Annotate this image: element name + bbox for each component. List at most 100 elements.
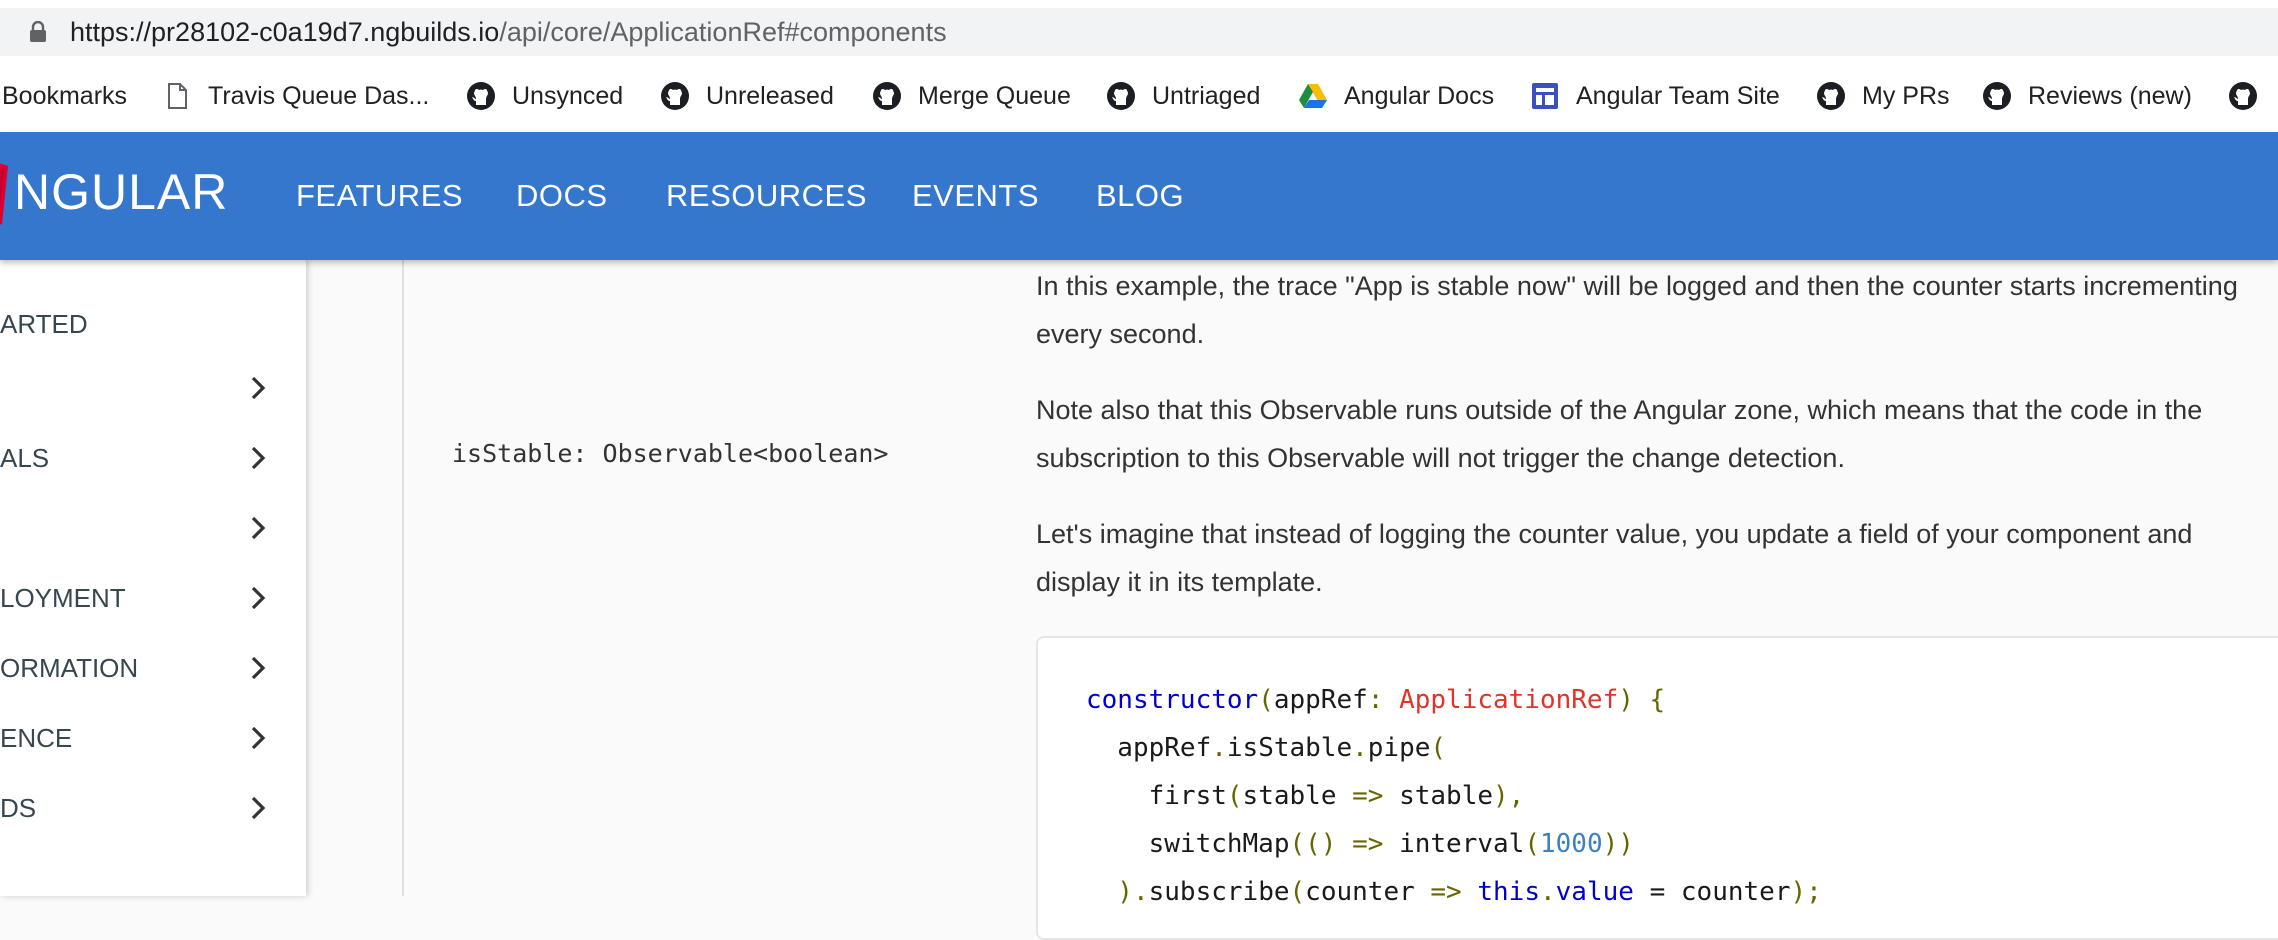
sidebar-item-label: LOYMENT: [0, 583, 126, 613]
bookmark-label: Unreleased: [706, 81, 834, 110]
sidebar-item-ds[interactable]: DS: [0, 778, 290, 838]
bookmark-angular-docs[interactable]: Angular Docs: [1298, 76, 1494, 116]
code-line-4: switchMap(() => interval(1000)): [1086, 820, 1634, 868]
code-operator: =>: [1352, 829, 1384, 859]
code-punct: (: [1524, 829, 1540, 859]
github-icon: [661, 82, 689, 110]
code-type: ApplicationRef: [1399, 685, 1619, 715]
code-operator: =>: [1352, 781, 1384, 811]
bookmark-angular-team-site[interactable]: Angular Team Site: [1530, 76, 1780, 116]
bookmark-label: Merge Queue: [918, 81, 1071, 110]
bookmark-label: Travis Queue Das...: [208, 81, 430, 110]
code-ident: appRef: [1086, 733, 1212, 763]
code-line-5: ).subscribe(counter => this.value = coun…: [1086, 868, 1822, 916]
github-icon: [467, 82, 495, 110]
table-divider: [402, 260, 404, 896]
bookmark-merge-queue[interactable]: Merge Queue: [872, 76, 1071, 116]
bookmark-label: Bookmarks: [2, 81, 128, 110]
angular-logo[interactable]: NGULAR: [14, 162, 228, 222]
code-line-2: appRef.isStable.pipe(: [1086, 724, 1446, 772]
bookmark-unreleased[interactable]: Unreleased: [660, 76, 834, 116]
lock-icon[interactable]: [28, 21, 48, 43]
bookmark-label: Angular Docs: [1344, 81, 1495, 110]
bookmark-travis-queue[interactable]: Travis Queue Das...: [162, 76, 429, 116]
code-ident: stable: [1383, 781, 1494, 811]
code-ident: interval: [1383, 829, 1525, 859]
member-signature: isStable: Observable<boolean>: [452, 439, 889, 468]
code-punct: ),: [1493, 781, 1525, 811]
paragraph-line: In this example, the trace "App is stabl…: [1036, 271, 2238, 301]
code-ident: = counter: [1633, 877, 1791, 907]
code-punct: .: [1540, 877, 1556, 907]
angular-shield-icon[interactable]: [0, 160, 8, 228]
bookmarks-bar: Bookmarks Travis Queue Das... Unsynced U…: [0, 62, 2278, 133]
drive-icon: [1299, 84, 1327, 108]
address-bar[interactable]: https://pr28102-c0a19d7.ngbuilds.io/api/…: [0, 0, 2278, 62]
sites-icon: [1532, 83, 1558, 109]
sidebar-item-label: ENCE: [0, 723, 73, 753]
github-icon: [1983, 82, 2011, 110]
code-ident: switchMap: [1086, 829, 1290, 859]
description-paragraph-1: In this example, the trace "App is stabl…: [1036, 262, 2238, 358]
paragraph-line: Let's imagine that instead of logging th…: [1036, 519, 2193, 549]
sidebar-item-deployment[interactable]: LOYMENT: [0, 568, 290, 628]
paragraph-line: subscription to this Observable will not…: [1036, 443, 1845, 473]
sidebar-item-reference[interactable]: ENCE: [0, 708, 290, 768]
url-host: https://pr28102-c0a19d7.ngbuilds.io: [70, 17, 500, 47]
paragraph-line: display it in its template.: [1036, 567, 1323, 597]
description-paragraph-3: Let's imagine that instead of logging th…: [1036, 510, 2192, 606]
nav-resources[interactable]: RESOURCES: [666, 176, 867, 216]
sidebar-item-label: ALS: [0, 443, 50, 473]
bookmark-overflow[interactable]: [2228, 76, 2274, 116]
bookmark-label: Unsynced: [512, 81, 624, 110]
url-text[interactable]: https://pr28102-c0a19d7.ngbuilds.io/api/…: [70, 14, 947, 50]
github-icon: [1817, 82, 1845, 110]
bookmark-my-prs[interactable]: My PRs: [1816, 76, 1950, 116]
code-punct: ) {: [1618, 685, 1666, 715]
github-icon: [2229, 82, 2257, 110]
code-punct: :: [1367, 685, 1400, 715]
nav-blog[interactable]: BLOG: [1096, 176, 1184, 216]
code-example[interactable]: constructor ( appRef: ApplicationRef) { ap…: [1036, 636, 2278, 940]
code-number: 1000: [1539, 829, 1603, 859]
bookmark-label: Reviews (new): [2028, 81, 2192, 110]
code-punct: );: [1790, 877, 1822, 907]
bookmark-bookmarks[interactable]: Bookmarks: [2, 76, 127, 116]
nav-docs[interactable]: DOCS: [516, 176, 608, 216]
chevron-right-icon: [251, 586, 266, 610]
code-operator: =>: [1430, 877, 1462, 907]
code-punct: .: [1352, 733, 1368, 763]
code-punct: ((): [1289, 829, 1353, 859]
chevron-right-icon: [251, 796, 266, 820]
page-icon: [168, 83, 187, 109]
code-keyword: this: [1477, 877, 1540, 907]
code-ident: pipe: [1367, 733, 1431, 763]
code-line-3: first(stable => stable),: [1086, 772, 1525, 820]
code-keyword: constructor: [1086, 685, 1259, 715]
sidebar-item-getting-started[interactable]: ARTED: [0, 294, 290, 354]
nav-events[interactable]: EVENTS: [912, 176, 1039, 216]
nav-features[interactable]: FEATURES: [296, 176, 463, 216]
code-ident: isStable: [1226, 733, 1353, 763]
sidebar-nav: ARTED ALS LOYMENT ORMATION ENCE DS: [0, 260, 306, 896]
code-punct: .: [1211, 733, 1227, 763]
bookmark-reviews-new[interactable]: Reviews (new): [1982, 76, 2192, 116]
sidebar-item-label: DS: [0, 793, 37, 823]
bookmark-unsynced[interactable]: Unsynced: [466, 76, 623, 116]
code-ident: first: [1086, 781, 1227, 811]
code-ident: counter: [1305, 877, 1431, 907]
bookmark-untriaged[interactable]: Untriaged: [1106, 76, 1260, 116]
bookmark-label: Angular Team Site: [1576, 81, 1780, 110]
chevron-right-icon: [251, 726, 266, 750]
github-icon: [1107, 82, 1135, 110]
code-punct: (: [1289, 877, 1306, 907]
sidebar-item-1[interactable]: [0, 358, 290, 418]
github-icon: [873, 82, 901, 110]
sidebar-item-tutorials[interactable]: ALS: [0, 428, 290, 488]
code-punct: ).: [1086, 877, 1149, 907]
sidebar-item-3[interactable]: [0, 498, 290, 558]
sidebar-item-information[interactable]: ORMATION: [0, 638, 290, 698]
code-ident: stable: [1242, 781, 1353, 811]
code-punct: (: [1226, 781, 1243, 811]
